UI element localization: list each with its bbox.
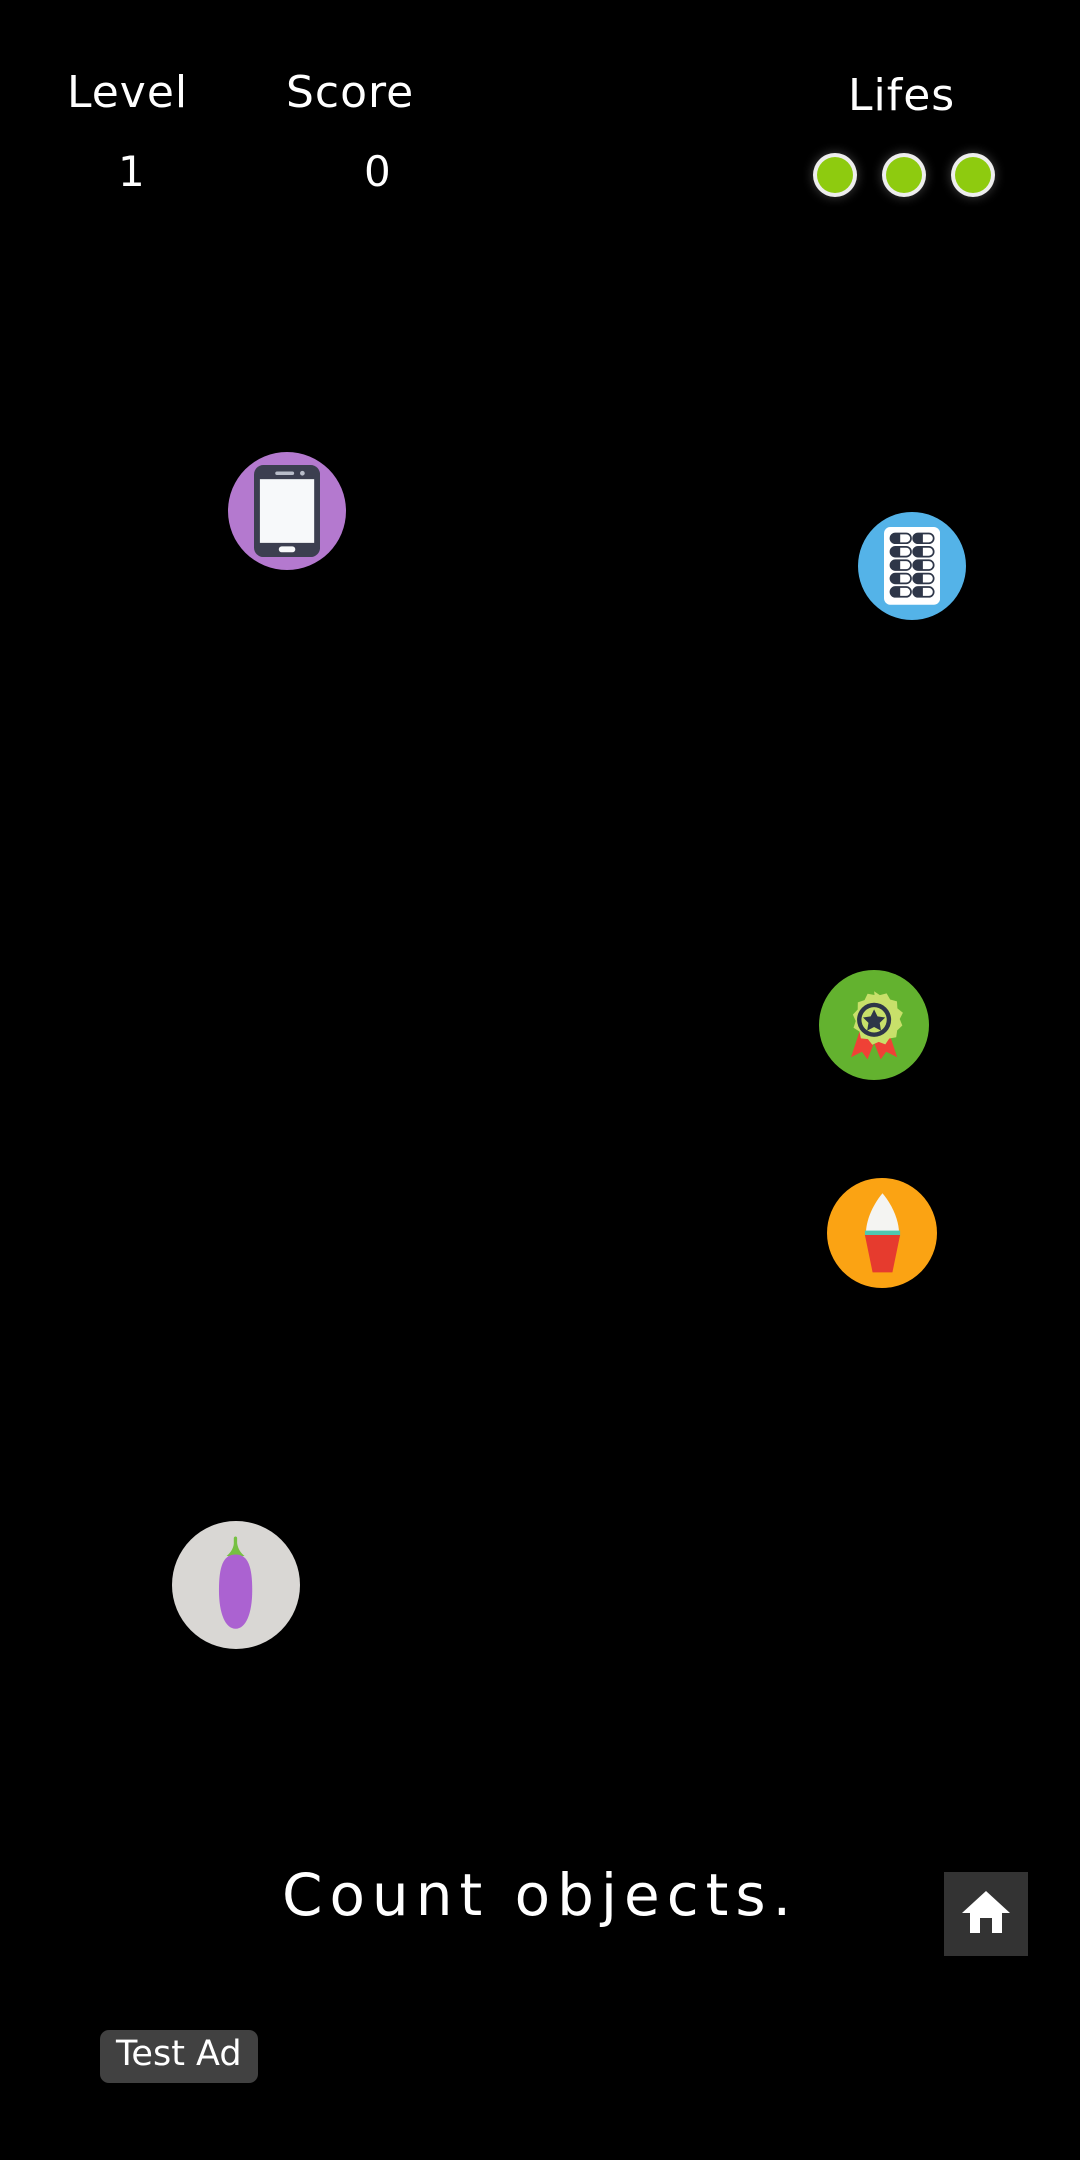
falling-object-pill-blister-pack[interactable] [858,512,966,620]
home-button[interactable] [944,1872,1028,1956]
level-label: Level [67,67,189,118]
life-dot [955,157,991,193]
level-value: 1 [118,147,145,196]
score-label: Score [286,67,415,118]
smartphone-icon [253,464,321,558]
lifes-label: Lifes [848,70,956,121]
test-ad-badge[interactable]: Test Ad [100,2030,258,2084]
eggplant-icon [210,1534,261,1636]
medal-icon [840,989,908,1062]
falling-object-eggplant[interactable] [172,1521,300,1649]
score-value: 0 [364,147,391,196]
falling-object-award-medal[interactable] [819,970,929,1080]
home-icon [961,1889,1011,1939]
ice-cream-icon [855,1191,910,1275]
life-dot [817,157,853,193]
life-dot [886,157,922,193]
pills-icon [883,527,941,605]
game-screen: Level 1 Score 0 Lifes Count objects. Tes… [0,0,1080,2160]
falling-object-smartphone[interactable] [228,452,346,570]
falling-object-ice-cream-cone[interactable] [827,1178,937,1288]
lifes-indicator [817,157,991,193]
prompt-text: Count objects. [281,1861,799,1929]
